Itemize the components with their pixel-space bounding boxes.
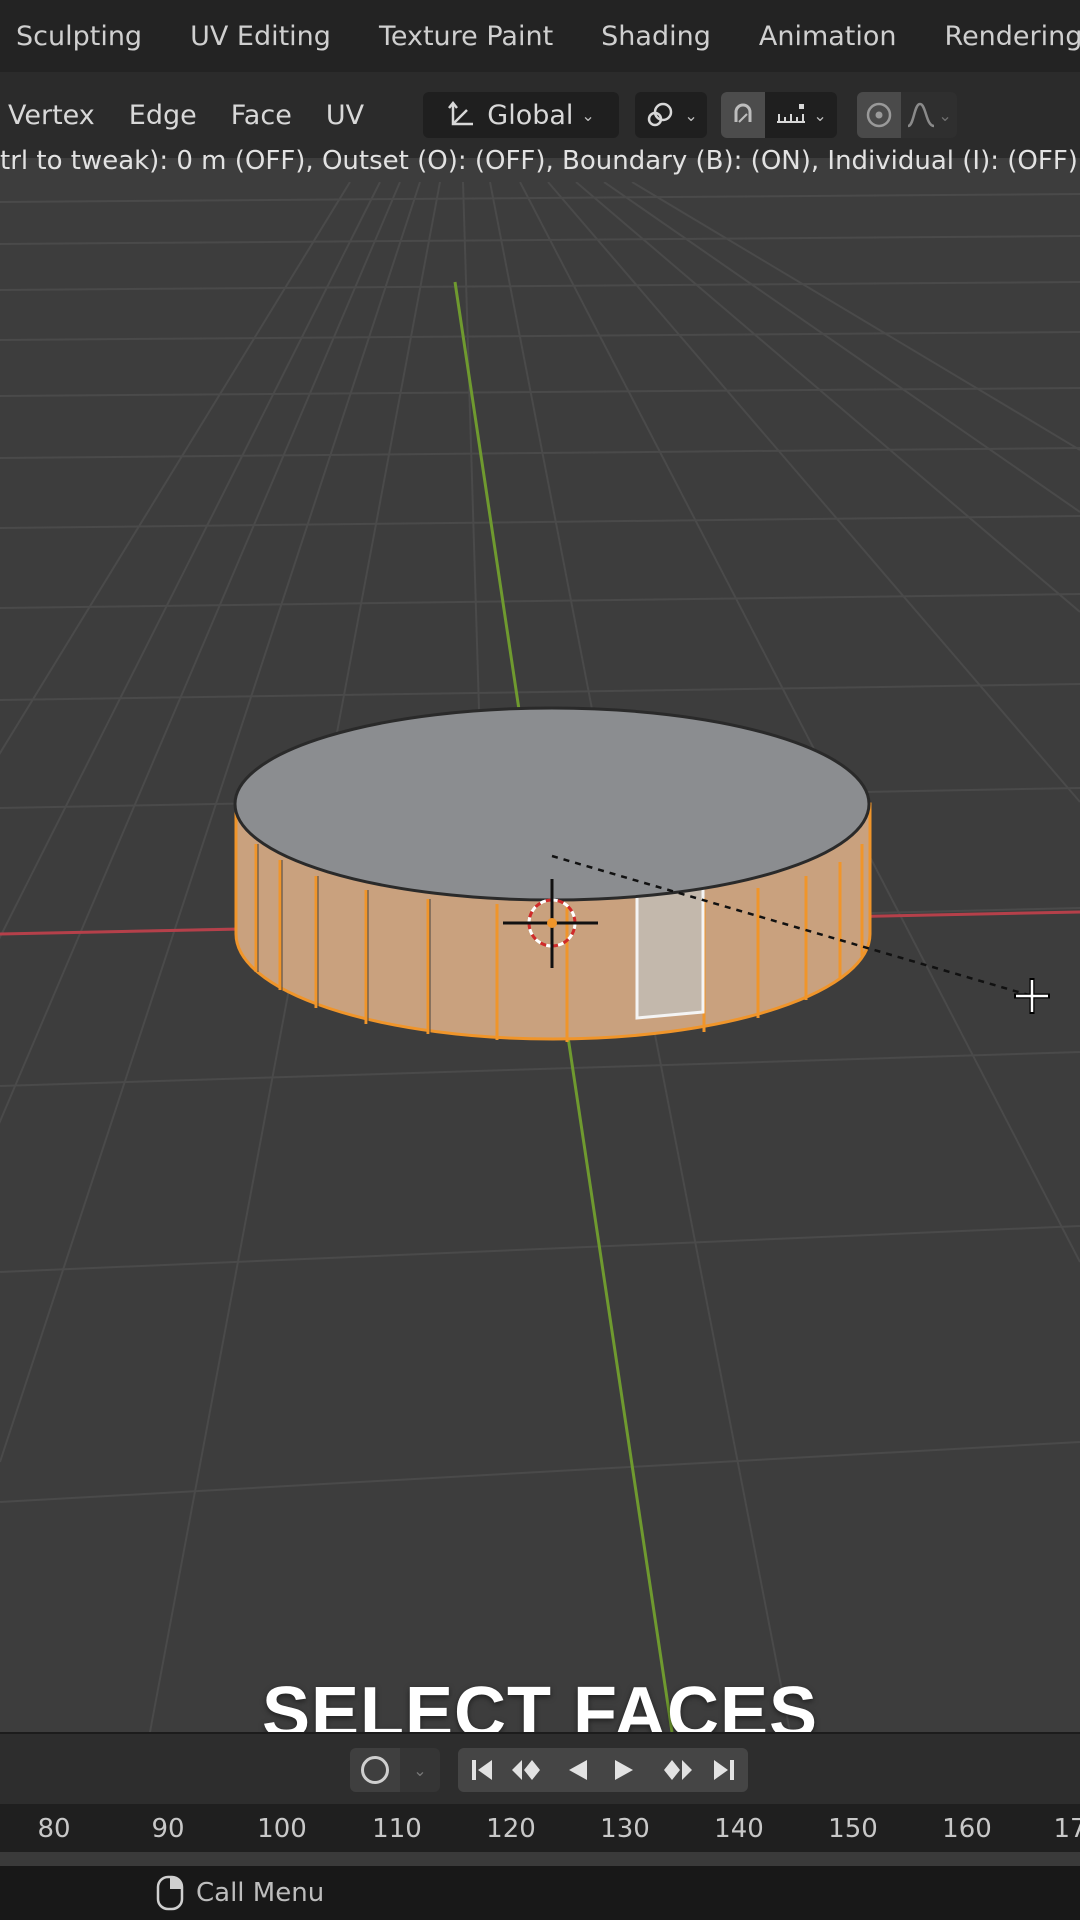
transform-orientation-icon — [447, 100, 477, 130]
chevron-down-icon: ⌄ — [813, 105, 827, 125]
timeline-scrollbar[interactable] — [0, 1852, 1080, 1866]
jump-start-icon — [469, 1757, 495, 1783]
frame-tick: 110 — [372, 1814, 422, 1844]
frame-tick: 160 — [942, 1814, 992, 1844]
status-bar: Call Menu — [0, 1866, 1080, 1920]
timeline-controls: ⌄ — [0, 1732, 1080, 1806]
keying-dropdown[interactable]: ⌄ — [400, 1748, 440, 1792]
menu-vertex[interactable]: Vertex — [0, 100, 112, 131]
play-icon — [611, 1757, 637, 1783]
record-icon — [361, 1756, 389, 1784]
next-keyframe-icon — [654, 1757, 694, 1783]
tab-animation[interactable]: Animation — [735, 21, 921, 52]
frame-tick: 140 — [714, 1814, 764, 1844]
play-button[interactable] — [604, 1748, 644, 1792]
cylinder-top-cap — [233, 706, 871, 902]
chevron-down-icon: ⌄ — [938, 105, 952, 125]
pivot-icon — [644, 99, 676, 131]
tab-shading[interactable]: Shading — [577, 21, 735, 52]
jump-end-icon — [711, 1757, 737, 1783]
play-reverse-icon — [565, 1757, 591, 1783]
snap-increment-icon — [775, 100, 811, 130]
menu-edge[interactable]: Edge — [112, 100, 214, 131]
pivot-point-dropdown[interactable]: ⌄ — [635, 92, 708, 138]
prev-keyframe-button[interactable] — [506, 1748, 554, 1792]
viewport-canvas — [0, 181, 1080, 1733]
frame-tick: 120 — [486, 1814, 536, 1844]
frame-tick: 130 — [600, 1814, 650, 1844]
tab-texture-paint[interactable]: Texture Paint — [355, 21, 577, 52]
frame-tick: 90 — [151, 1814, 185, 1844]
play-reverse-button[interactable] — [558, 1748, 598, 1792]
jump-end-button[interactable] — [704, 1748, 744, 1792]
proportional-editing-toggle[interactable] — [857, 92, 902, 138]
menu-face[interactable]: Face — [214, 100, 309, 131]
next-keyframe-button[interactable] — [650, 1748, 698, 1792]
chevron-down-icon: ⌄ — [581, 105, 595, 125]
snap-group: ⌄ — [721, 92, 838, 138]
tab-sculpting[interactable]: Sculpting — [0, 21, 166, 52]
tab-rendering[interactable]: Rendering — [921, 21, 1080, 52]
operator-status-text: trl to tweak): 0 m (OFF), Outset (O): (O… — [0, 146, 1078, 176]
keying-toggle[interactable] — [350, 1748, 400, 1792]
3d-viewport[interactable]: SELECT FACES — [0, 181, 1080, 1753]
snap-toggle[interactable] — [721, 92, 766, 138]
proportional-group: ⌄ — [857, 92, 958, 138]
jump-start-button[interactable] — [462, 1748, 502, 1792]
falloff-dropdown[interactable]: ⌄ — [901, 92, 957, 138]
cylinder-mesh — [233, 706, 872, 1042]
mouse-right-icon — [156, 1875, 184, 1911]
snap-icon — [728, 100, 758, 130]
chevron-down-icon: ⌄ — [413, 1760, 427, 1780]
proportional-editing-icon — [864, 100, 894, 130]
frame-tick: 80 — [37, 1814, 71, 1844]
frame-tick: 17 — [1053, 1814, 1080, 1844]
timeline-ruler[interactable]: 80 90 100 110 120 130 140 150 160 17 — [0, 1804, 1080, 1866]
prev-keyframe-icon — [510, 1757, 550, 1783]
chevron-down-icon: ⌄ — [684, 105, 698, 125]
falloff-curve-icon — [906, 100, 938, 130]
menu-uv[interactable]: UV — [309, 100, 381, 131]
transform-orientation-dropdown[interactable]: Global ⌄ — [423, 92, 620, 138]
workspace-tabs: Sculpting UV Editing Texture Paint Shadi… — [0, 0, 1080, 72]
frame-tick: 100 — [257, 1814, 307, 1844]
tab-uv-editing[interactable]: UV Editing — [166, 21, 355, 52]
frame-tick: 150 — [828, 1814, 878, 1844]
orientation-label: Global — [487, 99, 574, 131]
snap-target-dropdown[interactable]: ⌄ — [765, 92, 837, 138]
call-menu-hint: Call Menu — [196, 1878, 325, 1908]
mouse-crosshair-icon — [1014, 978, 1050, 1014]
